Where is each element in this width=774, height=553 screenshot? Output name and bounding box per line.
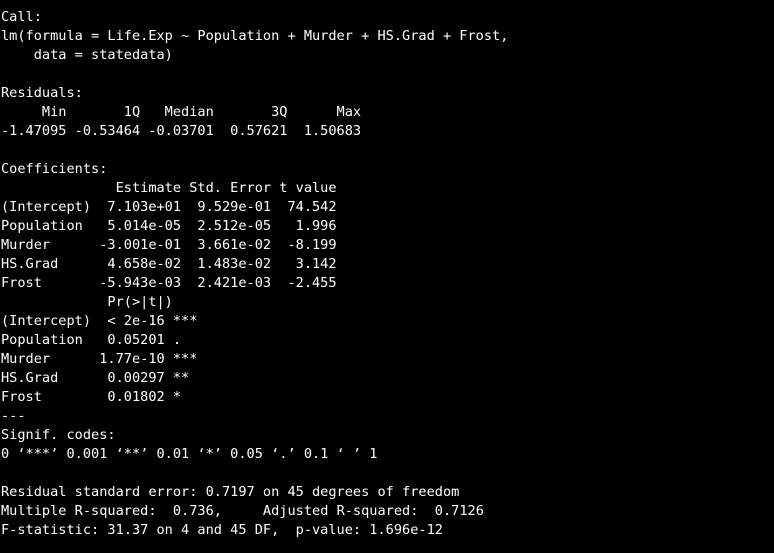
console-output: Call: lm(formula = Life.Exp ~ Population…: [0, 0, 774, 553]
residuals-column-headers: Min 1Q Median 3Q Max: [1, 104, 370, 120]
coefficient-row-population: Population 5.014e-05 2.512e-05 1.996: [1, 218, 337, 234]
separator-line: ---: [1, 408, 26, 424]
coefficients-column-headers: Estimate Std. Error t value: [1, 180, 337, 196]
pvalue-column-header: Pr(>|t|): [1, 294, 206, 310]
r-squared-line: Multiple R-squared: 0.736, Adjusted R-sq…: [1, 503, 493, 519]
signif-codes-header: Signif. codes:: [1, 427, 132, 443]
coefficient-row-frost: Frost -5.943e-03 2.421e-03 -2.455: [1, 275, 337, 291]
pvalue-row-intercept: (Intercept) < 2e-16 ***: [1, 313, 198, 329]
residual-standard-error: Residual standard error: 0.7197 on 45 de…: [1, 484, 460, 500]
call-formula-line: lm(formula = Life.Exp ~ Population + Mur…: [1, 28, 509, 44]
pvalue-row-murder: Murder 1.77e-10 ***: [1, 351, 198, 367]
coefficient-row-hsgrad: HS.Grad 4.658e-02 1.483e-02 3.142: [1, 256, 337, 272]
coefficient-row-murder: Murder -3.001e-01 3.661e-02 -8.199: [1, 237, 337, 253]
residuals-values: -1.47095 -0.53464 -0.03701 0.57621 1.506…: [1, 123, 370, 139]
coefficients-header: Coefficients:: [1, 161, 108, 177]
signif-codes-legend: 0 ‘***’ 0.001 ‘**’ 0.01 ‘*’ 0.05 ‘.’ 0.1…: [1, 446, 378, 462]
f-statistic-line: F-statistic: 31.37 on 4 and 45 DF, p-val…: [1, 522, 443, 538]
pvalue-row-frost: Frost 0.01802 *: [1, 389, 198, 405]
call-header: Call:: [1, 9, 42, 25]
pvalue-row-hsgrad: HS.Grad 0.00297 **: [1, 370, 198, 386]
pvalue-row-population: Population 0.05201 .: [1, 332, 198, 348]
call-data-line: data = statedata): [1, 47, 173, 63]
residuals-header: Residuals:: [1, 85, 83, 101]
coefficient-row-intercept: (Intercept) 7.103e+01 9.529e-01 74.542: [1, 199, 337, 215]
